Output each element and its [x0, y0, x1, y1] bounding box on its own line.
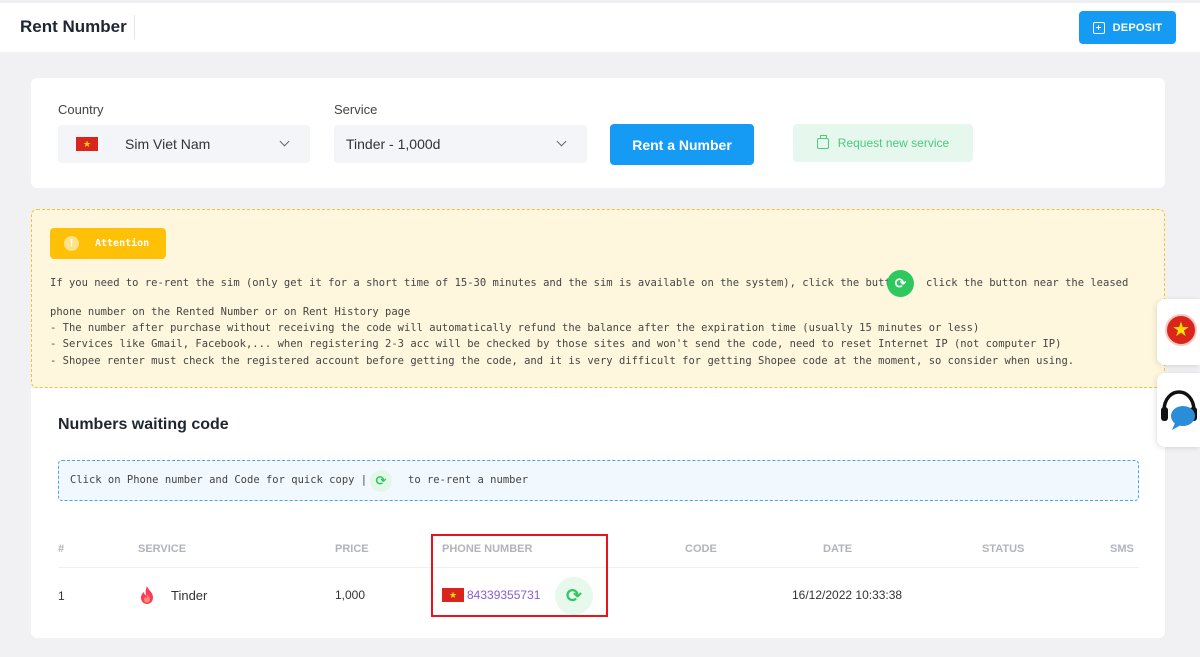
column-header-service: SERVICE [138, 543, 187, 555]
rent-number-button[interactable]: Rent a Number [610, 124, 754, 165]
support-button[interactable] [1157, 373, 1200, 447]
tinder-flame-icon [141, 586, 153, 604]
re-rent-icon: ⟳ [887, 270, 914, 297]
vietnam-flag-icon: ★ [1165, 314, 1197, 346]
attention-line-4: - Services like Gmail, Facebook,... when… [50, 338, 1062, 350]
service-label: Service [334, 102, 378, 117]
deposit-button[interactable]: DEPOSIT [1079, 11, 1176, 44]
column-header-price: PRICE [335, 543, 369, 555]
column-header-code: CODE [685, 543, 717, 555]
section-title: Numbers waiting code [58, 416, 229, 433]
request-service-button[interactable]: Request new service [793, 124, 973, 162]
attention-badge: ! Attention [50, 228, 166, 259]
hint-text-b: to re-rent a number [408, 474, 529, 486]
page-title: Rent Number [20, 17, 127, 36]
attention-line-3: - The number after purchase without rece… [50, 322, 980, 334]
country-label: Country [58, 102, 104, 117]
attention-panel: ! Attention If you need to re-rent the s… [31, 209, 1165, 388]
row-price: 1,000 [335, 588, 366, 602]
column-header-index: # [58, 543, 65, 555]
phone-number-highlight-box [431, 534, 608, 617]
country-select[interactable]: Sim Viet Nam [58, 125, 310, 163]
attention-line-1a: If you need to re-rent the sim (only get… [50, 277, 904, 289]
headset-chat-icon [1161, 390, 1197, 430]
request-service-label: Request new service [837, 136, 950, 150]
language-switch[interactable]: ★ [1157, 299, 1200, 365]
re-rent-icon: ⟳ [370, 470, 392, 492]
hint-text-a: Click on Phone number and Code for quick… [70, 474, 368, 486]
vietnam-flag-icon [76, 136, 98, 152]
briefcase-icon [816, 134, 829, 149]
top-bar: Rent Number DEPOSIT [0, 0, 1200, 52]
service-value: Tinder - 1,000d [346, 136, 441, 152]
column-header-status: STATUS [982, 543, 1025, 555]
plus-square-icon [1092, 21, 1105, 34]
country-value: Sim Viet Nam [125, 136, 211, 152]
column-header-date: DATE [823, 543, 853, 555]
attention-label: Attention [95, 238, 150, 249]
chevron-down-icon [279, 136, 290, 147]
row-service: Tinder [171, 588, 208, 603]
attention-line-5: - Shopee renter must check the registere… [50, 355, 1075, 367]
row-index: 1 [58, 589, 65, 603]
service-select[interactable]: Tinder - 1,000d [334, 125, 587, 163]
row-date: 16/12/2022 10:33:38 [792, 588, 903, 602]
rent-form-card: Country Sim Viet Nam Service Tinder - 1,… [31, 78, 1165, 188]
deposit-label: DEPOSIT [1112, 21, 1163, 34]
chevron-down-icon [556, 136, 567, 147]
attention-line-2: phone number on the Rented Number or on … [50, 306, 411, 318]
column-header-sms: SMS [1110, 543, 1134, 555]
attention-line-1b: click the button near the leased [926, 277, 1129, 289]
title-divider [134, 15, 135, 39]
info-icon: ! [64, 236, 79, 251]
quick-copy-hint: Click on Phone number and Code for quick… [58, 460, 1139, 501]
